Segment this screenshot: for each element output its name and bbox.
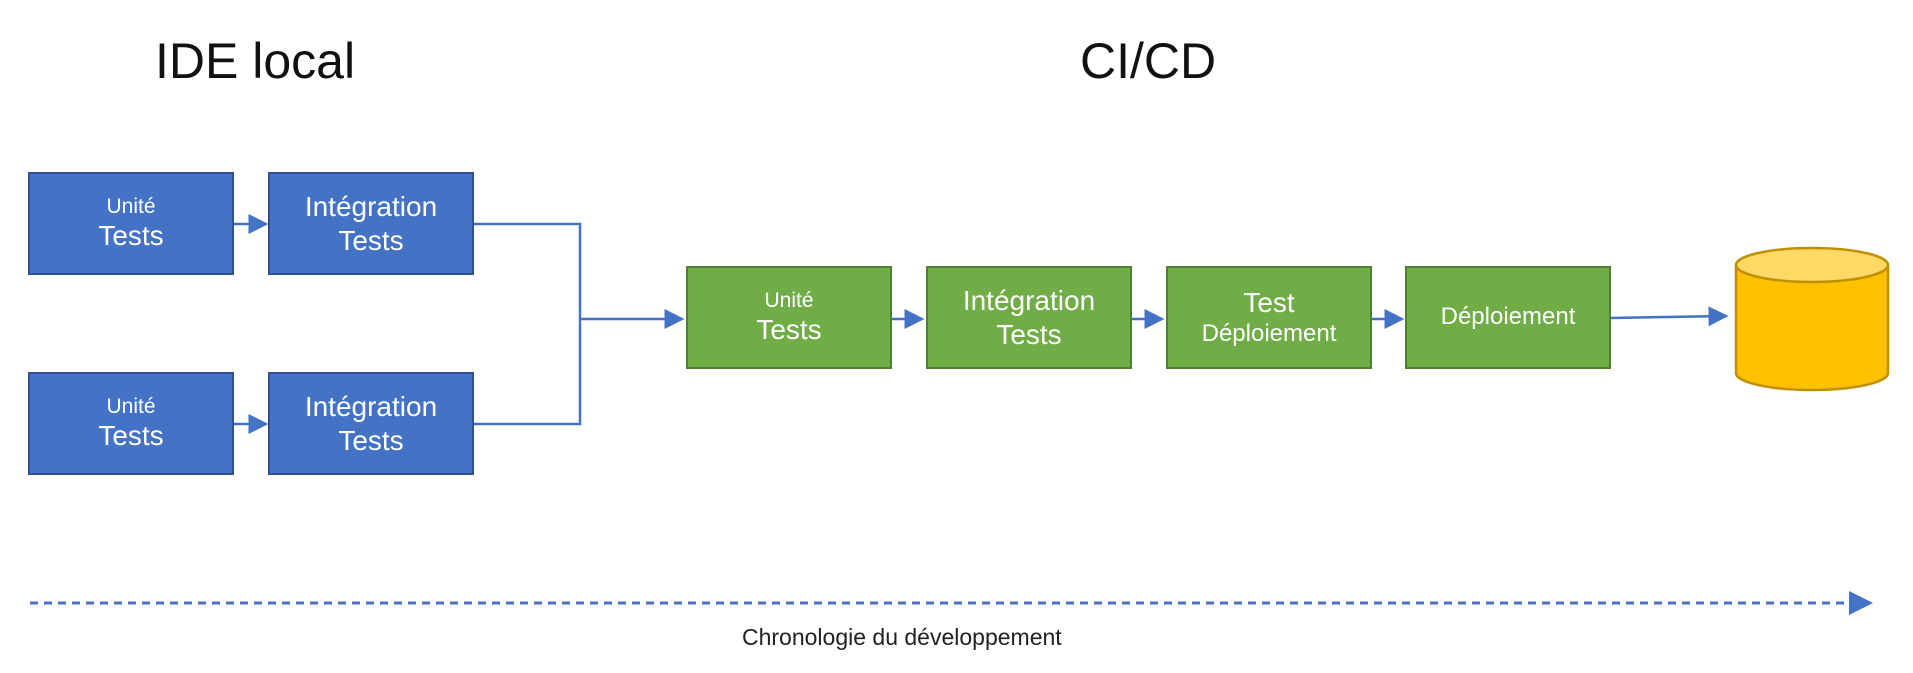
ci-unit-tests: Unité Tests <box>686 266 892 369</box>
label-bottom: Tests <box>756 314 822 346</box>
connector-local1-merge <box>474 222 582 319</box>
ci-integration-tests: Intégration Tests <box>926 266 1132 369</box>
label-top: Unité <box>106 195 156 219</box>
ci-test-deployment: Test Déploiement <box>1166 266 1372 369</box>
local2-integration-tests: Intégration Tests <box>268 372 474 475</box>
label-top: Intégration <box>962 284 1096 316</box>
arrow-deploy-to-database <box>1609 306 1729 327</box>
ci-deployment: Déploiement <box>1405 266 1611 369</box>
local2-unit-tests: Unité Tests <box>28 372 234 475</box>
label-top: Unité <box>764 289 814 313</box>
label-top: Unité <box>106 395 156 419</box>
label-bottom: Tests <box>338 224 404 256</box>
local1-unit-tests: Unité Tests <box>28 172 234 275</box>
label-bottom: Tests <box>996 318 1062 350</box>
label-bottom: Tests <box>98 420 164 452</box>
connector-local2-merge <box>474 319 582 426</box>
timeline-label: Chronologie du développement <box>742 624 1062 650</box>
label-top: Intégration <box>304 190 438 222</box>
database-icon <box>1734 246 1890 392</box>
label-bottom: Tests <box>338 424 404 456</box>
label-top: Intégration <box>304 390 438 422</box>
label-bottom: Tests <box>98 220 164 252</box>
label-top: Test <box>1243 287 1295 319</box>
label-top: Déploiement <box>1440 303 1576 331</box>
local1-integration-tests: Intégration Tests <box>268 172 474 275</box>
label-bottom: Déploiement <box>1201 319 1337 347</box>
